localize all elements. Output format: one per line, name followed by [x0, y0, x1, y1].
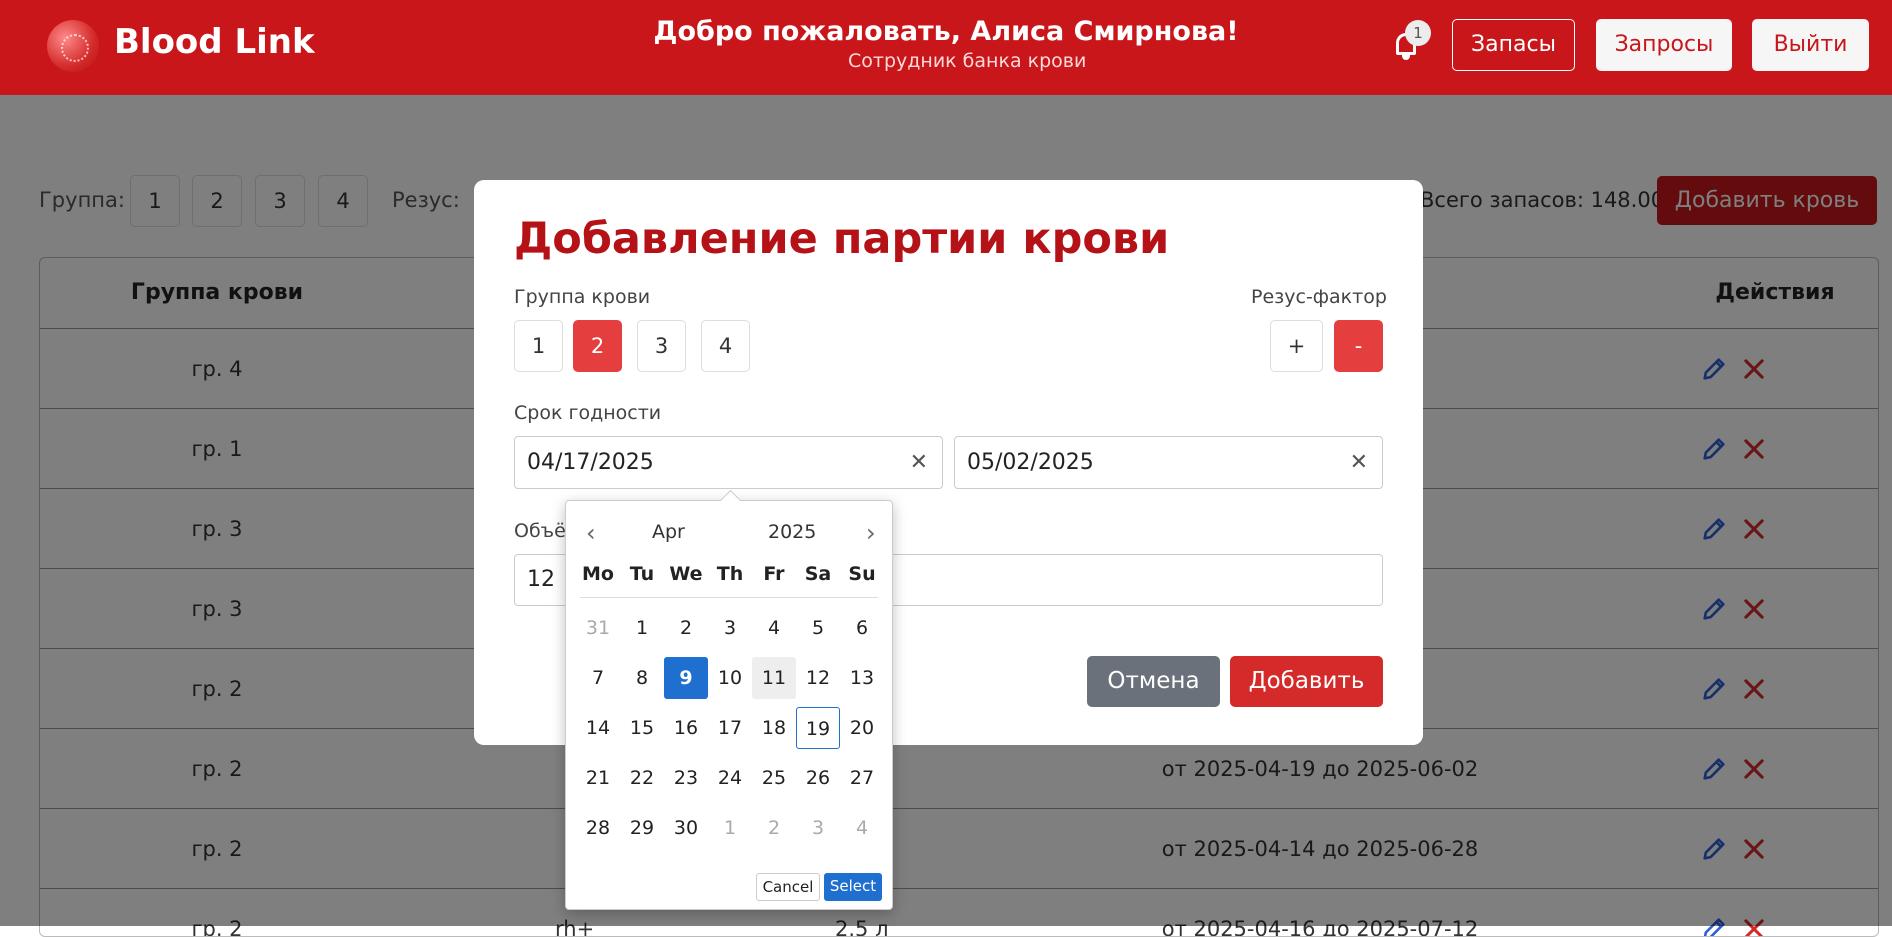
calendar-day[interactable]: 4: [752, 607, 796, 649]
calendar-day[interactable]: 7: [576, 657, 620, 699]
stock-button[interactable]: Запасы: [1452, 19, 1575, 71]
weekday-header: We: [669, 563, 703, 585]
calendar-day[interactable]: 15: [620, 707, 664, 749]
calendar-day[interactable]: 8: [620, 657, 664, 699]
calendar-day[interactable]: 6: [840, 607, 884, 649]
calendar-select-button[interactable]: Select: [824, 873, 882, 901]
expiry-to-input[interactable]: 05/02/2025 ✕: [954, 436, 1383, 489]
top-header: Blood Link Добро пожаловать, Алиса Смирн…: [0, 0, 1892, 95]
calendar-day[interactable]: 16: [664, 707, 708, 749]
weekday-header: Mo: [582, 563, 614, 585]
calendar-day[interactable]: 20: [840, 707, 884, 749]
calendar-day[interactable]: 30: [664, 807, 708, 849]
calendar-day[interactable]: 9: [664, 657, 708, 699]
calendar-day[interactable]: 11: [752, 657, 796, 699]
calendar-day[interactable]: 13: [840, 657, 884, 699]
clear-from-icon[interactable]: ✕: [910, 437, 928, 488]
calendar-day[interactable]: 1: [708, 807, 752, 849]
logout-button[interactable]: Выйти: [1752, 19, 1869, 71]
calendar-day[interactable]: 2: [752, 807, 796, 849]
calendar-day[interactable]: 19: [796, 707, 840, 749]
calendar-month[interactable]: Apr: [652, 521, 685, 543]
next-month-icon[interactable]: ›: [866, 519, 876, 547]
weekday-header: Su: [848, 563, 876, 585]
calendar-day[interactable]: 18: [752, 707, 796, 749]
weekday-header: Tu: [629, 563, 655, 585]
calendar-day[interactable]: 31: [576, 607, 620, 649]
calendar-day[interactable]: 25: [752, 757, 796, 799]
calendar-day[interactable]: 27: [840, 757, 884, 799]
expiry-from-value: 04/17/2025: [527, 450, 654, 475]
group-option-3[interactable]: 3: [637, 320, 686, 372]
calendar-day[interactable]: 21: [576, 757, 620, 799]
requests-button[interactable]: Запросы: [1596, 19, 1732, 71]
calendar-day[interactable]: 17: [708, 707, 752, 749]
calendar-day[interactable]: 2: [664, 607, 708, 649]
group-option-2[interactable]: 2: [573, 320, 622, 372]
modal-cancel-button[interactable]: Отмена: [1087, 656, 1220, 707]
calendar-cancel-button[interactable]: Cancel: [756, 873, 820, 901]
clear-to-icon[interactable]: ✕: [1350, 437, 1368, 488]
date-picker-popup: ‹ Apr 2025 › Mo Tu We Th Fr Sa Su 31 1 2 3 4 5 6 7 8 9 1…: [565, 500, 893, 910]
modal-add-button[interactable]: Добавить: [1230, 656, 1383, 707]
calendar-day[interactable]: 3: [796, 807, 840, 849]
expiry-from-input[interactable]: 04/17/2025 ✕: [514, 436, 943, 489]
calendar-day[interactable]: 14: [576, 707, 620, 749]
rh-option-plus[interactable]: +: [1270, 320, 1323, 372]
blood-group-label: Группа крови: [514, 286, 651, 308]
calendar-day[interactable]: 29: [620, 807, 664, 849]
expiry-to-value: 05/02/2025: [967, 450, 1094, 475]
calendar-day[interactable]: 3: [708, 607, 752, 649]
calendar-day[interactable]: 26: [796, 757, 840, 799]
calendar-day[interactable]: 28: [576, 807, 620, 849]
weekday-header: Sa: [804, 563, 832, 585]
user-role: Сотрудник банка крови: [848, 50, 1087, 72]
calendar-day[interactable]: 23: [664, 757, 708, 799]
calendar-day[interactable]: 4: [840, 807, 884, 849]
calendar-day[interactable]: 10: [708, 657, 752, 699]
modal-title: Добавление партии крови: [514, 214, 1170, 264]
calendar-day[interactable]: 12: [796, 657, 840, 699]
calendar-day[interactable]: 24: [708, 757, 752, 799]
calendar-day[interactable]: 1: [620, 607, 664, 649]
weekday-header: Th: [716, 563, 744, 585]
notification-count-badge: 1: [1405, 20, 1431, 46]
group-option-4[interactable]: 4: [701, 320, 750, 372]
group-option-1[interactable]: 1: [514, 320, 563, 372]
rh-factor-label: Резус-фактор: [1251, 286, 1387, 308]
calendar-day[interactable]: 5: [796, 607, 840, 649]
prev-month-icon[interactable]: ‹: [586, 519, 596, 547]
weekday-separator: [580, 597, 878, 598]
calendar-year[interactable]: 2025: [768, 521, 816, 543]
expiry-label: Срок годности: [514, 402, 662, 424]
weekday-header: Fr: [763, 563, 785, 585]
calendar-day[interactable]: 22: [620, 757, 664, 799]
rh-option-minus[interactable]: -: [1334, 320, 1383, 372]
